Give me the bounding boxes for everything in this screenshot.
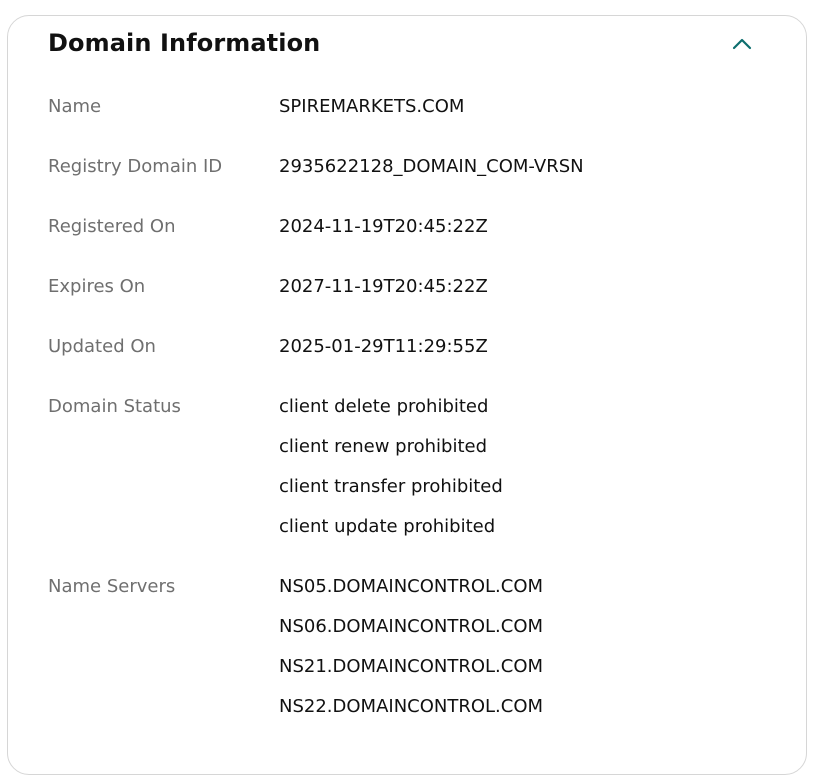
chevron-up-icon [732, 38, 752, 50]
updated-on-value: 2025-01-29T11:29:55Z [279, 336, 488, 357]
domain-status-list: client delete prohibited client renew pr… [279, 396, 503, 556]
collapse-button[interactable] [726, 30, 758, 58]
domain-status-item: client renew prohibited [279, 436, 488, 457]
updated-on-label: Updated On [48, 336, 156, 357]
name-servers-label: Name Servers [48, 576, 176, 597]
name-servers-list: NS05.DOMAINCONTROL.COM NS06.DOMAINCONTRO… [279, 576, 543, 736]
card-title: Domain Information [48, 29, 321, 57]
name-server-item: NS21.DOMAINCONTROL.COM [279, 656, 544, 677]
name-server-item: NS06.DOMAINCONTROL.COM [279, 616, 544, 637]
domain-status-label: Domain Status [48, 396, 181, 417]
name-server-item: NS22.DOMAINCONTROL.COM [279, 696, 544, 717]
registered-on-value: 2024-11-19T20:45:22Z [279, 216, 488, 237]
domain-information-card: Domain Information Name SPIREMARKETS.COM… [7, 15, 807, 775]
registry-domain-id-value: 2935622128_DOMAIN_COM-VRSN [279, 156, 584, 177]
registry-domain-id-label: Registry Domain ID [48, 156, 223, 177]
name-label: Name [48, 96, 102, 117]
card-header[interactable]: Domain Information [8, 16, 806, 76]
domain-status-item: client delete prohibited [279, 396, 489, 417]
expires-on-value: 2027-11-19T20:45:22Z [279, 276, 488, 297]
name-value: SPIREMARKETS.COM [279, 96, 465, 117]
domain-status-item: client update prohibited [279, 516, 496, 537]
registered-on-label: Registered On [48, 216, 176, 237]
expires-on-label: Expires On [48, 276, 146, 297]
domain-status-item: client transfer prohibited [279, 476, 503, 497]
name-server-item: NS05.DOMAINCONTROL.COM [279, 576, 544, 597]
